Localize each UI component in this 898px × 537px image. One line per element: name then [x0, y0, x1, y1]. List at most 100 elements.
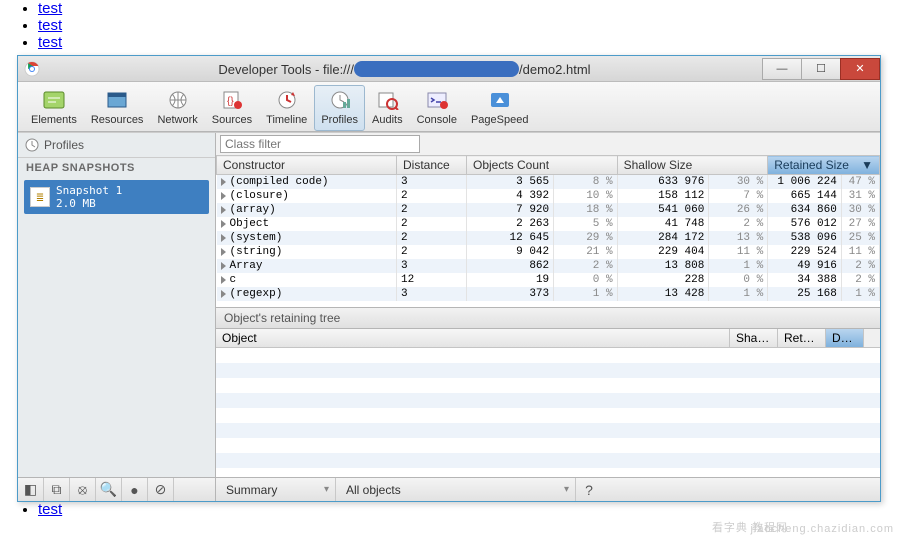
heap-table-scroll[interactable]: Constructor Distance Objects Count Shall… [216, 155, 880, 308]
expand-icon[interactable] [221, 220, 226, 228]
expand-icon[interactable] [221, 262, 226, 270]
retained-pct: 11 % [841, 245, 879, 259]
objcount-pct: 10 % [554, 189, 617, 203]
objcount-pct: 5 % [554, 217, 617, 231]
col-distance[interactable]: Distance [397, 156, 467, 175]
objcount-pct: 0 % [554, 273, 617, 287]
shallow-pct: 13 % [709, 231, 768, 245]
maximize-button[interactable]: ☐ [801, 58, 841, 80]
panel-tab-resources[interactable]: Resources [84, 85, 151, 131]
col-shallow-size[interactable]: Shallow Size [617, 156, 768, 175]
table-row[interactable]: Object22 2635 %41 7482 %576 01227 % [217, 217, 880, 231]
constructor-name: (regexp) [230, 288, 283, 300]
col-retained-size[interactable]: Retained Size ▼ [768, 156, 880, 175]
panel-tab-label: Network [157, 114, 197, 126]
panel-tab-label: PageSpeed [471, 114, 529, 126]
panel-tab-audits[interactable]: Audits [365, 85, 410, 131]
bg-link[interactable]: test [38, 34, 62, 51]
bg-link[interactable]: test [38, 0, 62, 17]
bg-link[interactable]: test [38, 501, 62, 518]
table-row[interactable]: (compiled code)33 5658 %633 97630 %1 006… [217, 175, 880, 190]
objcount-cell: 4 392 [467, 189, 554, 203]
dock-icon[interactable]: ◧ [18, 478, 44, 501]
panel-tab-console[interactable]: Console [410, 85, 464, 131]
retaining-tree-body[interactable] [216, 348, 880, 477]
table-row[interactable]: Array38622 %13 8081 %49 9162 % [217, 259, 880, 273]
retained-cell: 34 388 [768, 273, 842, 287]
objcount-pct: 21 % [554, 245, 617, 259]
search-icon[interactable]: 🔍 [96, 478, 122, 501]
stop-icon[interactable]: ⊘ [148, 478, 174, 501]
panel-tab-pagespeed[interactable]: PageSpeed [464, 85, 536, 131]
console-toggle-icon[interactable]: ⧉ [44, 478, 70, 501]
distance-cell: 12 [397, 273, 467, 287]
retained-cell: 538 096 [768, 231, 842, 245]
table-row[interactable]: (string)29 04221 %229 40411 %229 52411 % [217, 245, 880, 259]
ret-col-object[interactable]: Object [216, 329, 730, 347]
shallow-pct: 1 % [709, 287, 768, 301]
record-icon[interactable]: ● [122, 478, 148, 501]
snapshot-size: 2.0 MB [56, 197, 96, 210]
objcount-cell: 862 [467, 259, 554, 273]
retained-pct: 27 % [841, 217, 879, 231]
sidebar-title-text: Profiles [44, 138, 84, 152]
col-constructor[interactable]: Constructor [217, 156, 397, 175]
expand-icon[interactable] [221, 192, 226, 200]
expand-icon[interactable] [221, 290, 226, 298]
view-select[interactable]: Summary [216, 478, 336, 501]
constructor-name: (closure) [230, 190, 289, 202]
constructor-name: (string) [230, 246, 283, 258]
objcount-cell: 12 645 [467, 231, 554, 245]
table-row[interactable]: (regexp)33731 %13 4281 %25 1681 % [217, 287, 880, 301]
close-button[interactable]: ✕ [840, 58, 880, 80]
table-row[interactable]: c12190 %2280 %34 3882 % [217, 273, 880, 287]
expand-icon[interactable] [221, 206, 226, 214]
constructor-name: (compiled code) [230, 176, 329, 188]
panel-tab-sources[interactable]: {}Sources [205, 85, 259, 131]
network-icon [164, 88, 192, 112]
col-objects-count[interactable]: Objects Count [467, 156, 618, 175]
panel-tab-label: Audits [372, 114, 403, 126]
ret-col-distance[interactable]: D… [826, 329, 864, 347]
objcount-cell: 2 263 [467, 217, 554, 231]
panel-tab-timeline[interactable]: Timeline [259, 85, 314, 131]
expand-icon[interactable] [221, 178, 226, 186]
minimize-button[interactable]: — [762, 58, 802, 80]
redacted-path [354, 61, 519, 77]
col-retained-label: Retained Size [774, 158, 849, 172]
help-icon[interactable]: ? [576, 478, 602, 501]
clear-icon[interactable]: ⦻ [70, 478, 96, 501]
panel-tab-network[interactable]: Network [150, 85, 204, 131]
panel-tab-elements[interactable]: Elements [24, 85, 84, 131]
expand-icon[interactable] [221, 276, 226, 284]
class-filter-input[interactable] [220, 135, 420, 153]
expand-icon[interactable] [221, 234, 226, 242]
window-titlebar[interactable]: Developer Tools - file:////demo2.html — … [18, 56, 880, 82]
retained-cell: 49 916 [768, 259, 842, 273]
table-row[interactable]: (closure)24 39210 %158 1127 %665 14431 % [217, 189, 880, 203]
ret-col-shallow[interactable]: Shal… [730, 329, 778, 347]
bg-link[interactable]: test [38, 17, 62, 34]
expand-icon[interactable] [221, 248, 226, 256]
distance-cell: 2 [397, 217, 467, 231]
watermark-url: jiaocheng.chazidian.com [751, 523, 894, 535]
table-row[interactable]: (system)212 64529 %284 17213 %538 09625 … [217, 231, 880, 245]
snapshot-name: Snapshot 1 [56, 184, 122, 197]
distance-cell: 2 [397, 189, 467, 203]
sources-icon: {} [218, 88, 246, 112]
retained-cell: 229 524 [768, 245, 842, 259]
snapshot-item[interactable]: ≣ Snapshot 1 2.0 MB [24, 180, 209, 214]
window-title: Developer Tools - file:////demo2.html [46, 61, 763, 77]
objects-filter-label: All objects [346, 483, 401, 497]
audits-icon [373, 88, 401, 112]
shallow-cell: 158 112 [617, 189, 709, 203]
retained-pct: 31 % [841, 189, 879, 203]
panel-tab-profiles[interactable]: Profiles [314, 85, 365, 131]
timeline-icon [273, 88, 301, 112]
table-row[interactable]: (array)27 92018 %541 06026 %634 86030 % [217, 203, 880, 217]
objcount-cell: 3 565 [467, 175, 554, 190]
ret-col-retained[interactable]: Ret… [778, 329, 826, 347]
constructor-name: c [230, 274, 237, 286]
objects-filter-select[interactable]: All objects [336, 478, 576, 501]
retained-pct: 2 % [841, 273, 879, 287]
